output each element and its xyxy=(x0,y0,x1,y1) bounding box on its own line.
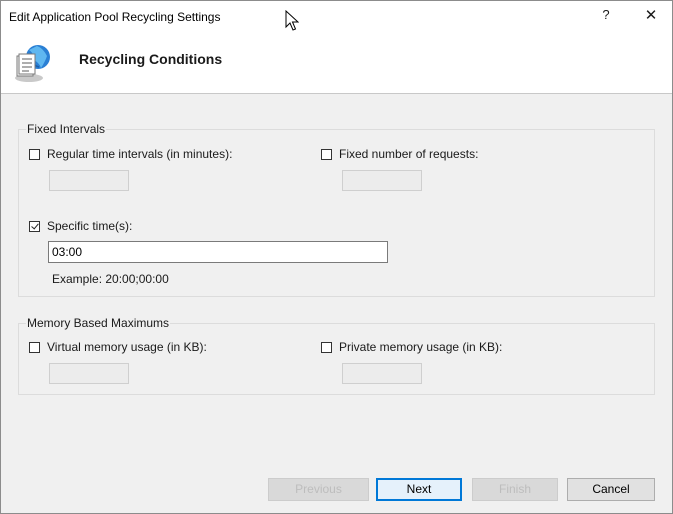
virtual-memory-checkbox[interactable]: Virtual memory usage (in KB): xyxy=(29,340,207,354)
virtual-memory-label: Virtual memory usage (in KB): xyxy=(47,340,207,354)
fixed-requests-checkbox[interactable]: Fixed number of requests: xyxy=(321,147,478,161)
previous-button[interactable]: Previous xyxy=(268,478,369,501)
fixed-requests-input[interactable] xyxy=(342,170,422,191)
private-memory-input[interactable] xyxy=(342,363,422,384)
memory-group xyxy=(18,323,655,395)
private-memory-label: Private memory usage (in KB): xyxy=(339,340,503,354)
specific-time-input[interactable]: 03:00 xyxy=(48,241,388,263)
finish-button[interactable]: Finish xyxy=(472,478,558,501)
mouse-cursor-icon xyxy=(285,10,299,31)
window-title: Edit Application Pool Recycling Settings xyxy=(9,10,221,24)
title-bar: Edit Application Pool Recycling Settings… xyxy=(1,1,672,33)
specific-time-label: Specific time(s): xyxy=(47,219,133,233)
specific-time-example: Example: 20:00;00:00 xyxy=(52,272,169,286)
regular-time-label: Regular time intervals (in minutes): xyxy=(47,147,233,161)
regular-time-checkbox-box[interactable] xyxy=(29,148,40,160)
virtual-memory-checkbox-box[interactable] xyxy=(29,341,40,353)
fixed-requests-label: Fixed number of requests: xyxy=(339,147,479,161)
page-title: Recycling Conditions xyxy=(79,51,223,67)
memory-group-label: Memory Based Maximums xyxy=(26,316,171,330)
cancel-button[interactable]: Cancel xyxy=(567,478,655,501)
specific-time-checkbox-box[interactable] xyxy=(29,220,40,232)
recycle-globe-icon xyxy=(15,45,50,82)
fixed-intervals-label: Fixed Intervals xyxy=(26,122,107,136)
specific-time-checkbox[interactable]: Specific time(s): xyxy=(29,219,132,233)
dialog-window: Edit Application Pool Recycling Settings… xyxy=(0,0,673,514)
regular-time-input[interactable] xyxy=(49,170,129,191)
close-button[interactable]: ✕ xyxy=(641,6,661,26)
private-memory-checkbox[interactable]: Private memory usage (in KB): xyxy=(321,340,502,354)
private-memory-checkbox-box[interactable] xyxy=(321,341,332,353)
fixed-requests-checkbox-box[interactable] xyxy=(321,148,332,160)
wizard-header: Recycling Conditions xyxy=(1,33,672,94)
virtual-memory-input[interactable] xyxy=(49,363,129,384)
help-button[interactable]: ? xyxy=(599,7,613,27)
regular-time-checkbox[interactable]: Regular time intervals (in minutes): xyxy=(29,147,232,161)
next-button[interactable]: Next xyxy=(376,478,462,501)
